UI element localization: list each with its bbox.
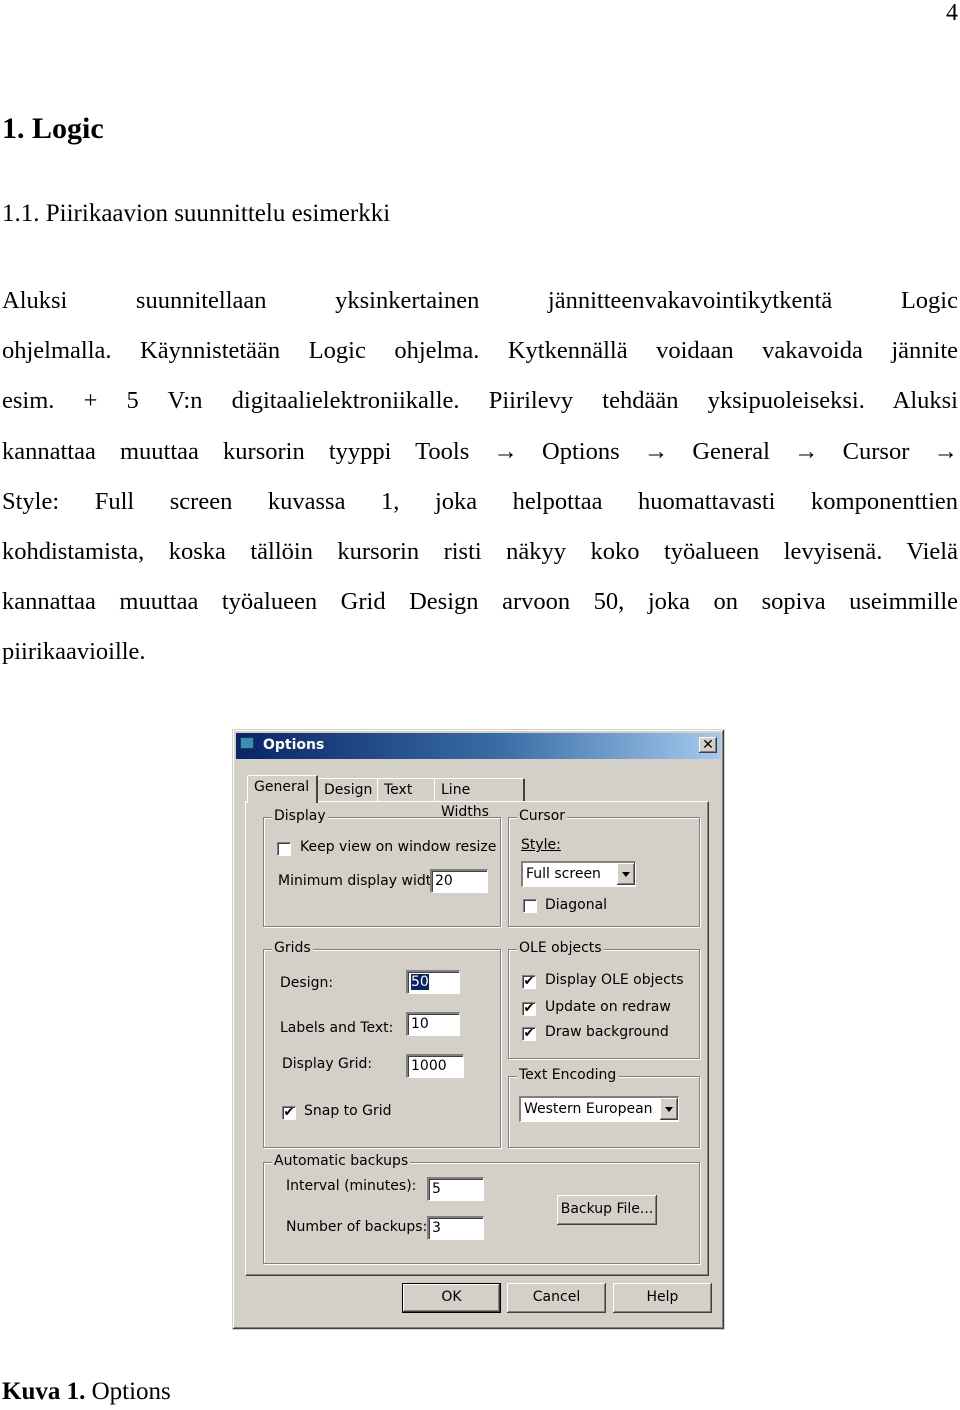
close-icon[interactable]: ✕: [699, 737, 717, 753]
display-group-title: Display: [272, 808, 328, 824]
design-label: Design:: [280, 975, 334, 991]
cursor-style-label: Style:: [521, 837, 561, 853]
paragraph-line: ohjelmalla. Käynnistetään Logic ohjelma.…: [2, 337, 958, 365]
paragraph-line: piirikaavioille.: [2, 638, 146, 666]
display-ole-label[interactable]: Display OLE objects: [545, 972, 684, 988]
min-width-label: Minimum display width:: [278, 873, 445, 889]
tab-design[interactable]: Design: [317, 778, 380, 802]
ole-objects-group: OLE objects ✔ Display OLE objects ✔ Upda…: [508, 940, 700, 1059]
grids-group: Grids Design: 50 Labels and Text: 10 Dis…: [263, 940, 501, 1148]
min-width-input[interactable]: 20: [430, 869, 488, 893]
backups-group-title: Automatic backups: [272, 1153, 411, 1169]
automatic-backups-group: Automatic backups Interval (minutes): 5 …: [263, 1153, 700, 1264]
general-tab-panel: Display Keep view on window resize Minim…: [245, 801, 709, 1276]
tab-line-widths[interactable]: Line Widths: [434, 778, 525, 820]
caption-text: Options: [85, 1378, 171, 1405]
text-encoding-title: Text Encoding: [517, 1067, 619, 1083]
cursor-group-title: Cursor: [517, 808, 568, 824]
backup-file-button[interactable]: Backup File...: [557, 1195, 657, 1225]
ole-group-title: OLE objects: [517, 940, 604, 956]
help-button[interactable]: Help: [613, 1283, 712, 1313]
options-dialog: Options ✕ General Design Text Line Width…: [232, 729, 725, 1330]
display-grid-input[interactable]: 1000: [406, 1054, 464, 1078]
tab-general[interactable]: General: [247, 775, 318, 803]
app-icon: [240, 737, 254, 749]
update-redraw-checkbox[interactable]: ✔: [522, 1002, 536, 1016]
grids-group-title: Grids: [272, 940, 313, 956]
page-number: 4: [946, 0, 958, 26]
paragraph-line: kannattaa muuttaa kursorin tyyppi Tools …: [2, 437, 958, 465]
update-redraw-label[interactable]: Update on redraw: [545, 999, 671, 1015]
text-encoding-value: Western European: [524, 1101, 653, 1117]
cursor-group: Cursor Style: Full screen Diagonal: [508, 808, 700, 927]
heading-1: 1. Logic: [2, 112, 104, 145]
chevron-down-icon[interactable]: [660, 1098, 678, 1120]
snap-to-grid-checkbox[interactable]: ✔: [282, 1106, 296, 1120]
dialog-title: Options: [263, 737, 325, 753]
number-of-backups-input[interactable]: 3: [427, 1216, 484, 1240]
cursor-style-value: Full screen: [526, 866, 601, 882]
heading-2: 1.1. Piirikaavion suunnittelu esimerkki: [2, 200, 391, 227]
paragraph-line: esim. + 5 V:n digitaalielektroniikalle. …: [2, 387, 958, 415]
keep-view-checkbox[interactable]: [277, 842, 291, 856]
labels-text-input[interactable]: 10: [406, 1012, 460, 1036]
ok-button[interactable]: OK: [402, 1283, 501, 1313]
draw-background-label[interactable]: Draw background: [545, 1024, 669, 1040]
snap-to-grid-label[interactable]: Snap to Grid: [304, 1103, 392, 1119]
draw-background-checkbox[interactable]: ✔: [522, 1027, 536, 1041]
cancel-button[interactable]: Cancel: [507, 1283, 606, 1313]
paragraph-line: Style: Full screen kuvassa 1, joka helpo…: [2, 487, 958, 515]
body-paragraph: Aluksi suunnitellaan yksinkertainen jänn…: [2, 276, 958, 678]
paragraph-line: Aluksi suunnitellaan yksinkertainen jänn…: [2, 287, 958, 314]
display-group: Display Keep view on window resize Minim…: [263, 808, 501, 927]
interval-label: Interval (minutes):: [286, 1178, 417, 1194]
tab-text[interactable]: Text: [377, 778, 437, 802]
text-encoding-select[interactable]: Western European: [519, 1096, 679, 1122]
paragraph-line: kohdistamista, koska tällöin kursorin ri…: [2, 537, 958, 565]
caption-label: Kuva 1.: [2, 1378, 86, 1405]
design-value: 50: [411, 974, 429, 990]
display-ole-checkbox[interactable]: ✔: [522, 975, 536, 989]
display-grid-label: Display Grid:: [282, 1056, 373, 1072]
text-encoding-group: Text Encoding Western European: [508, 1067, 700, 1148]
chevron-down-icon[interactable]: [617, 863, 635, 885]
labels-text-label: Labels and Text:: [280, 1020, 394, 1036]
design-input[interactable]: 50: [406, 970, 460, 994]
diagonal-label[interactable]: Diagonal: [545, 897, 607, 913]
figure-caption: Kuva 1. Options: [2, 1378, 171, 1406]
cursor-style-select[interactable]: Full screen: [521, 861, 636, 887]
paragraph-line: kannattaa muuttaa työalueen Grid Design …: [2, 588, 958, 616]
number-of-backups-label: Number of backups:: [286, 1219, 428, 1235]
diagonal-checkbox[interactable]: [523, 899, 537, 913]
title-bar[interactable]: Options ✕: [236, 733, 721, 759]
keep-view-label[interactable]: Keep view on window resize: [300, 839, 496, 855]
interval-input[interactable]: 5: [427, 1177, 484, 1201]
